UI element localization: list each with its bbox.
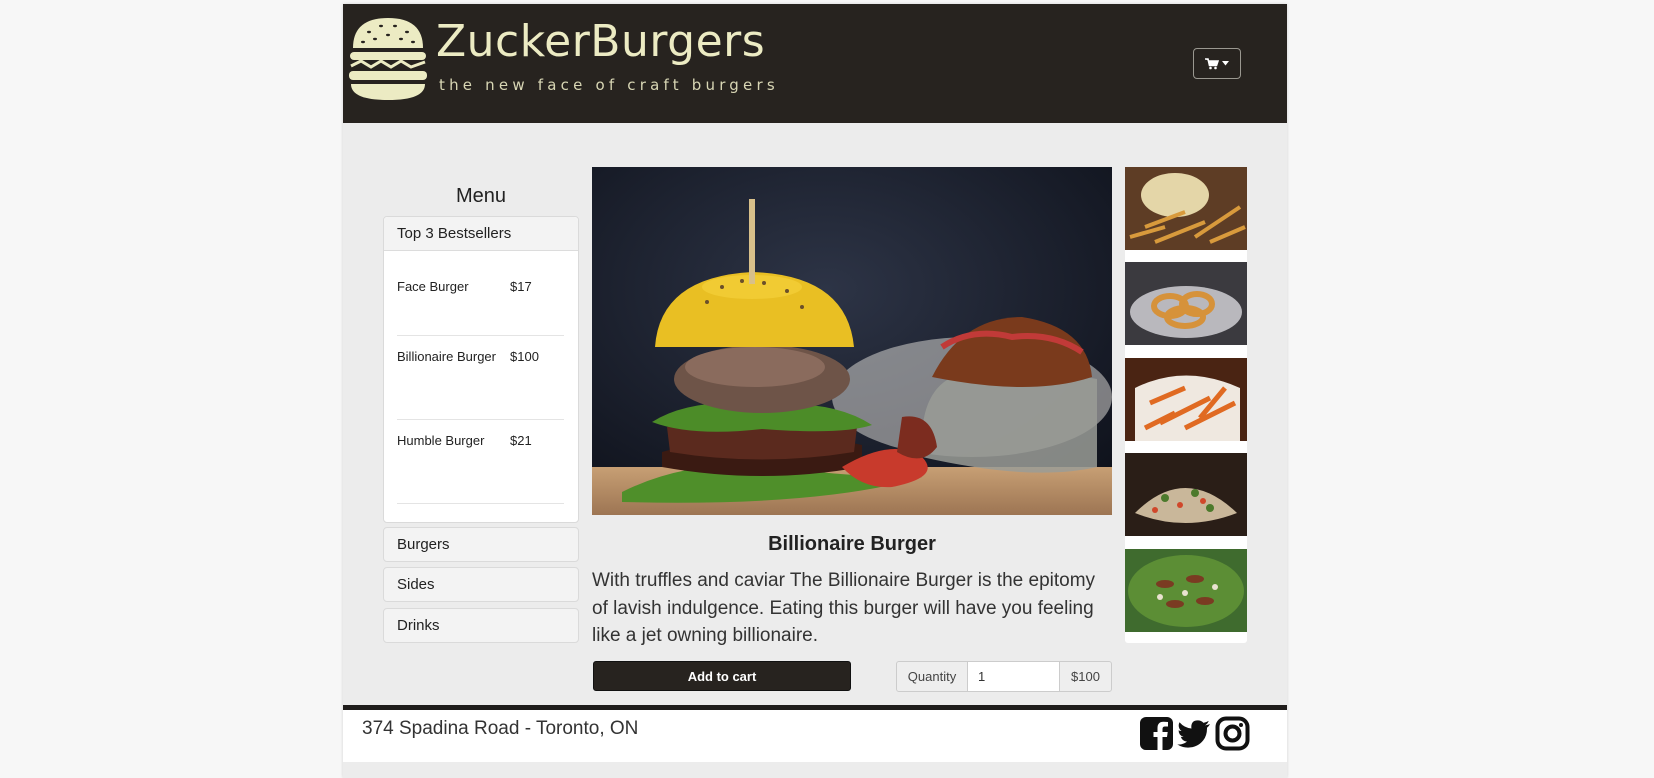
- quantity-label: Quantity: [896, 661, 968, 692]
- bestseller-price: $21: [510, 433, 532, 448]
- thumbnail-onion-rings[interactable]: [1125, 262, 1247, 345]
- brand-tagline: the new face of craft burgers: [439, 76, 779, 94]
- thumbnail-strip: [1125, 167, 1247, 643]
- category-drinks[interactable]: Drinks: [383, 608, 579, 643]
- thumbnail-fries-with-dip[interactable]: [1125, 167, 1247, 250]
- add-to-cart-button[interactable]: Add to cart: [593, 661, 851, 691]
- bestseller-name: Face Burger: [397, 279, 469, 294]
- caret-down-icon: [1222, 61, 1229, 66]
- bestseller-name: Humble Burger: [397, 433, 485, 448]
- bestseller-item[interactable]: Billionaire Burger $100: [397, 350, 564, 420]
- bestsellers-panel: Top 3 Bestsellers Face Burger $17 Billio…: [383, 216, 579, 523]
- twitter-icon[interactable]: [1177, 716, 1212, 751]
- facebook-icon[interactable]: [1139, 716, 1174, 751]
- bestseller-item[interactable]: Humble Burger $21: [397, 434, 564, 504]
- menu-title: Menu: [455, 185, 507, 207]
- store-address: 374 Spadina Road - Toronto, ON: [362, 718, 639, 739]
- category-burgers[interactable]: Burgers: [383, 527, 579, 562]
- thumbnail-salad[interactable]: [1125, 549, 1247, 632]
- product-hero-image: [592, 167, 1112, 515]
- instagram-icon[interactable]: [1215, 716, 1250, 751]
- site-header: ZuckerBurgers the new face of craft burg…: [343, 4, 1287, 123]
- brand-name[interactable]: ZuckerBurgers: [436, 20, 765, 64]
- shopping-cart-icon: [1205, 57, 1219, 69]
- product-description: With truffles and caviar The Billionaire…: [592, 570, 1096, 646]
- category-sides[interactable]: Sides: [383, 567, 579, 602]
- thumbnail-loaded-nachos[interactable]: [1125, 453, 1247, 536]
- quantity-input[interactable]: [968, 661, 1059, 692]
- site-footer: 374 Spadina Road - Toronto, ON: [343, 710, 1287, 762]
- burger-logo-icon[interactable]: [347, 14, 429, 102]
- cart-dropdown-button[interactable]: [1193, 48, 1241, 79]
- page: ZuckerBurgers the new face of craft burg…: [343, 4, 1287, 778]
- quantity-group: Quantity $100: [896, 661, 1112, 692]
- bestseller-price: $100: [510, 349, 539, 364]
- bestseller-price: $17: [510, 279, 532, 294]
- thumbnail-sweet-potato-fries[interactable]: [1125, 358, 1247, 441]
- bestseller-item[interactable]: Face Burger $17: [397, 280, 564, 336]
- bestsellers-heading[interactable]: Top 3 Bestsellers: [384, 217, 578, 251]
- product-title: Billionaire Burger: [768, 533, 936, 555]
- total-price: $100: [1059, 661, 1112, 692]
- bestseller-name: Billionaire Burger: [397, 349, 496, 364]
